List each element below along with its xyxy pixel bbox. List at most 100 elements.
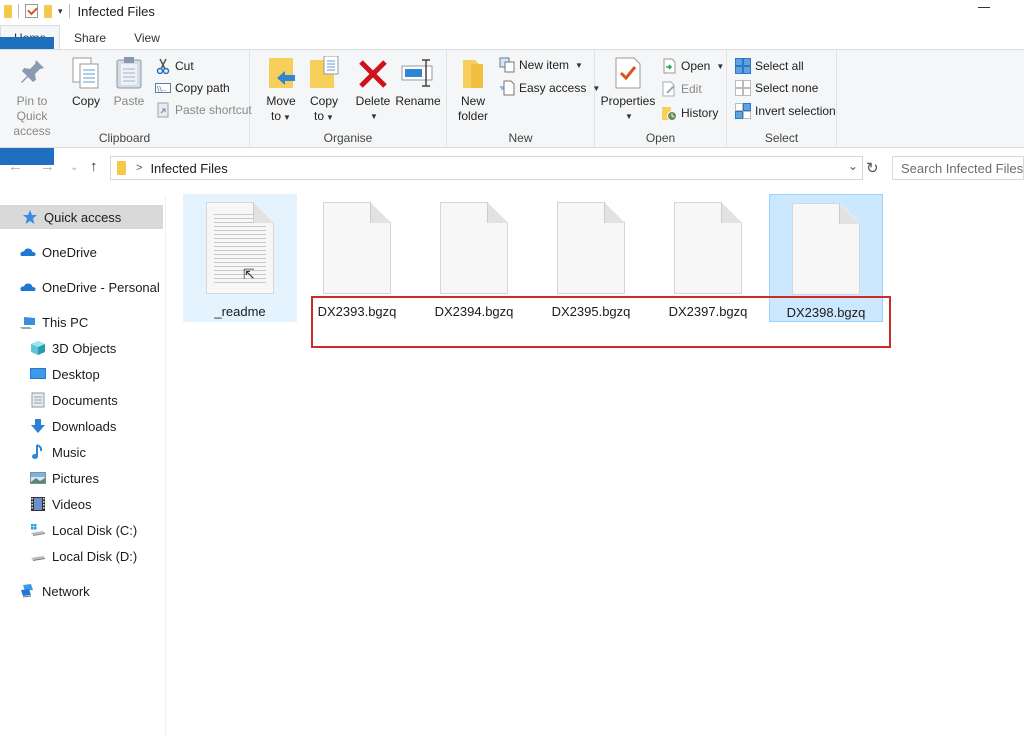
cut-button[interactable]: Cut (155, 56, 194, 76)
history-button[interactable]: History (661, 103, 718, 123)
back-arrow-icon[interactable]: ← (8, 158, 23, 175)
up-arrow-icon[interactable]: ↑ (90, 158, 98, 175)
open-group: Properties ▼ Open ▼ Edit History Open (595, 50, 727, 148)
sidebar-item-quick-access[interactable]: Quick access (0, 205, 163, 229)
paste-shortcut-button[interactable]: Paste shortcut (155, 100, 252, 120)
search-input[interactable] (901, 160, 1024, 176)
sidebar-item-network[interactable]: Network (20, 579, 90, 603)
pictures-icon (30, 470, 46, 486)
file-name: DX2395.bgzq (551, 304, 631, 319)
navigation-pane: Quick access OneDrive OneDrive - Persona… (0, 196, 166, 738)
music-note-icon (30, 444, 46, 460)
folder-icon (4, 4, 12, 18)
file-item[interactable]: DX2394.bgzq (417, 194, 531, 322)
copy-path-icon: \\.. (155, 80, 171, 96)
address-dropdown-chevron-icon[interactable]: ⌄ (848, 159, 858, 173)
tab-view[interactable]: View (120, 25, 174, 50)
file-item[interactable]: DX2393.bgzq (300, 194, 414, 322)
network-icon (20, 583, 36, 599)
move-to-button[interactable]: Move to ▼ (265, 56, 297, 125)
download-icon (30, 418, 46, 434)
new-group: New folder New item ▼ Easy access ▼ New (447, 50, 600, 148)
navigation-bar: ← → ⌄ ↑ > Infected Files ⌄ ↻ (0, 152, 1024, 182)
file-item[interactable]: DX2395.bgzq (534, 194, 648, 322)
sidebar-item-downloads[interactable]: Downloads (30, 414, 116, 438)
address-bar[interactable]: > Infected Files ⌄ (110, 156, 863, 180)
blank-file-icon (323, 202, 391, 294)
new-folder-button[interactable]: New folder (457, 56, 489, 124)
sidebar-item-onedrive[interactable]: OneDrive (20, 240, 97, 264)
open-button[interactable]: Open ▼ (661, 56, 724, 76)
select-none-icon (735, 80, 751, 96)
copy-path-button[interactable]: \\.. Copy path (155, 78, 230, 98)
rename-icon (400, 56, 436, 90)
file-name: DX2397.bgzq (668, 304, 748, 319)
pin-to-quick-access-button[interactable]: Pin to Quick access (2, 56, 62, 139)
sidebar-item-music[interactable]: Music (30, 440, 86, 464)
sidebar-item-pictures[interactable]: Pictures (30, 466, 99, 490)
sidebar-item-local-disk-d[interactable]: Local Disk (D:) (30, 544, 137, 568)
paste-button[interactable]: Paste (114, 56, 144, 109)
blank-file-icon (674, 202, 742, 294)
cloud-icon (20, 244, 36, 260)
minimize-button[interactable] (978, 7, 990, 8)
file-item-selected[interactable]: DX2398.bgzq (769, 194, 883, 322)
search-box[interactable] (892, 156, 1024, 180)
folder-icon (457, 56, 489, 90)
new-item-icon (499, 57, 515, 73)
select-all-icon (735, 58, 751, 74)
file-name: DX2393.bgzq (317, 304, 397, 319)
refresh-icon[interactable]: ↻ (866, 159, 879, 177)
properties-dropdown[interactable]: ▼ (625, 109, 633, 124)
properties-button[interactable]: Properties ▼ (601, 56, 655, 124)
sidebar-item-onedrive-personal[interactable]: OneDrive - Personal (20, 275, 160, 299)
select-group: Select all Select none Invert selection … (727, 50, 837, 148)
star-icon (22, 209, 38, 225)
edit-icon (661, 81, 677, 97)
customize-toolbar-dropdown[interactable]: ▾ (58, 6, 63, 17)
tab-share[interactable]: Share (60, 25, 120, 50)
forward-arrow-icon[interactable]: → (40, 158, 55, 175)
sidebar-item-local-disk-c[interactable]: Local Disk (C:) (30, 518, 137, 542)
file-view: ⇱ _readme DX2393.bgzq DX2394.bgzq DX2395… (167, 182, 1024, 738)
select-none-button[interactable]: Select none (735, 78, 818, 98)
sidebar-item-videos[interactable]: Videos (30, 492, 92, 516)
clipboard-icon (113, 56, 145, 90)
sidebar-item-desktop[interactable]: Desktop (30, 362, 100, 386)
group-label-open: Open (645, 131, 676, 145)
sidebar-item-documents[interactable]: Documents (30, 388, 118, 412)
properties-icon[interactable] (25, 4, 38, 18)
select-all-button[interactable]: Select all (735, 56, 804, 76)
sidebar-item-3d-objects[interactable]: 3D Objects (30, 336, 116, 360)
recent-locations-chevron-icon[interactable]: ⌄ (70, 162, 78, 173)
organise-group: Move to ▼ Copy to ▼ Delete ▼ Rename Organi… (250, 50, 447, 148)
easy-access-button[interactable]: Easy access ▼ (499, 78, 600, 98)
new-folder-icon[interactable] (44, 4, 52, 18)
scissors-icon (155, 58, 171, 75)
new-item-button[interactable]: New item ▼ (499, 55, 583, 75)
file-name: DX2398.bgzq (786, 305, 866, 320)
edit-button[interactable]: Edit (661, 79, 702, 99)
invert-selection-button[interactable]: Invert selection (735, 101, 836, 121)
folder-icon (117, 161, 126, 175)
copy-button[interactable]: Copy (70, 56, 102, 109)
open-icon (661, 58, 677, 74)
computer-icon (20, 314, 36, 330)
sidebar-item-this-pc[interactable]: This PC (20, 310, 88, 334)
copy-to-button[interactable]: Copy to ▼ (308, 55, 340, 125)
group-label-new: New (508, 131, 533, 145)
ribbon: Pin to Quick access Copy Paste Cut \\.. (0, 49, 1024, 148)
file-item[interactable]: DX2397.bgzq (651, 194, 765, 322)
cube-icon (30, 340, 46, 356)
breadcrumb-current[interactable]: Infected Files (150, 161, 227, 176)
blank-file-icon (792, 203, 860, 295)
file-item-readme[interactable]: ⇱ _readme (183, 194, 297, 322)
delete-dropdown[interactable]: ▼ (370, 109, 378, 124)
easy-access-icon (499, 80, 515, 96)
ribbon-tabs: File Home Share View (0, 25, 1024, 165)
copy-to-icon (308, 55, 340, 90)
rename-button[interactable]: Rename (395, 56, 441, 109)
breadcrumb-chevron-icon[interactable]: > (136, 162, 142, 174)
delete-button[interactable]: Delete ▼ (356, 56, 390, 124)
invert-selection-icon (735, 103, 751, 119)
